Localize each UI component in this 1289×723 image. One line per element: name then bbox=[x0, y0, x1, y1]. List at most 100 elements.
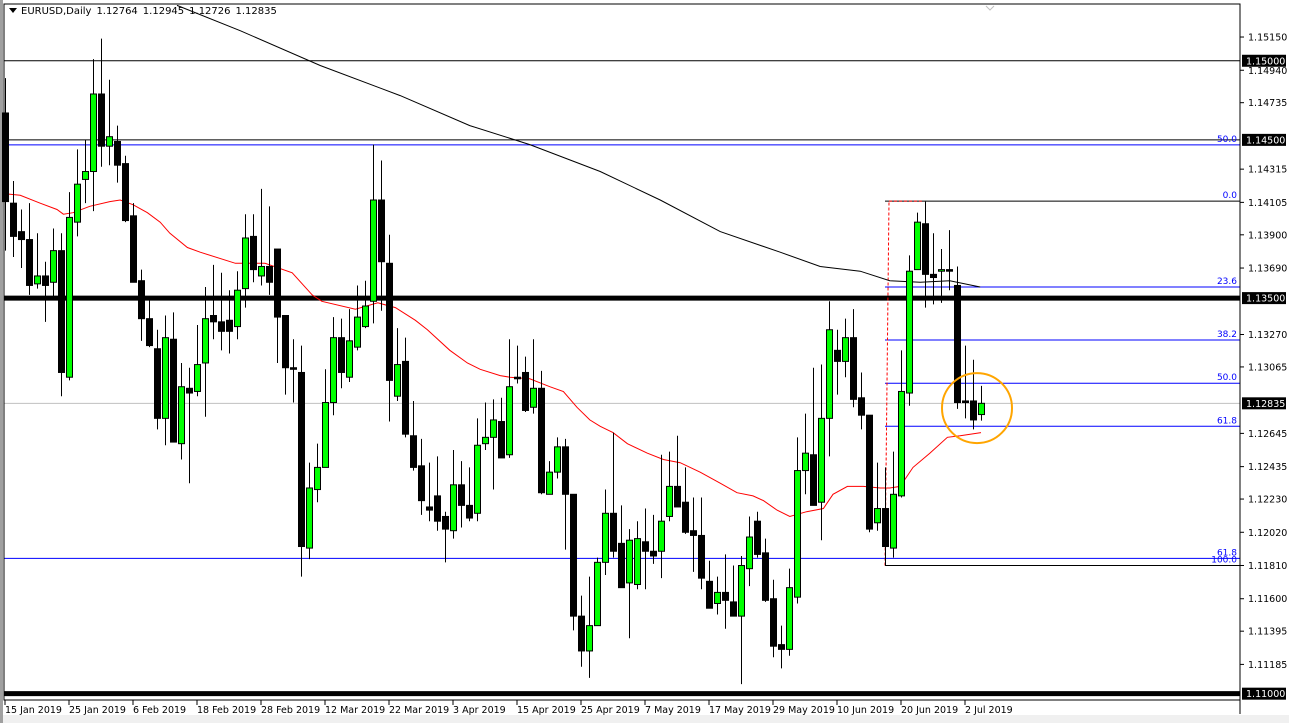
candle-body-bearish bbox=[690, 530, 697, 536]
price-tick-label: 1.12020 bbox=[1248, 528, 1287, 539]
candle-body-bearish bbox=[522, 371, 529, 411]
candle-body-bullish bbox=[50, 250, 57, 283]
candle-body-bearish bbox=[754, 520, 761, 555]
time-tick-label: 22 Mar 2019 bbox=[389, 705, 449, 716]
candle-body-bullish bbox=[874, 508, 881, 524]
candle-body-bearish bbox=[378, 199, 385, 263]
price-tick-label: 1.14315 bbox=[1248, 165, 1287, 176]
candle-body-bearish bbox=[274, 248, 281, 318]
candle-body-bearish bbox=[930, 273, 937, 279]
chart-background bbox=[0, 0, 1289, 723]
candle-body-bearish bbox=[514, 376, 521, 380]
candle-body-bullish bbox=[802, 452, 809, 472]
price-label-badge-text: 1.12835 bbox=[1246, 399, 1285, 410]
candle-body-bullish bbox=[530, 387, 537, 408]
candle-body-bearish bbox=[154, 348, 161, 419]
candle-body-bullish bbox=[106, 136, 113, 147]
time-tick-label: 10 Jun 2019 bbox=[837, 705, 894, 716]
price-chart[interactable]: 0.023.638.250.061.8100.050.061.8 1.15150… bbox=[0, 0, 1289, 723]
candle-body-bearish bbox=[338, 337, 345, 373]
fib-level-label: 50.0 bbox=[1217, 373, 1237, 383]
candle-body-bullish bbox=[162, 337, 169, 419]
candle-body-bullish bbox=[938, 269, 945, 272]
candle-body-bullish bbox=[474, 444, 481, 514]
candle-body-bullish bbox=[594, 561, 601, 627]
candle-body-bullish bbox=[370, 199, 377, 302]
window-left-border bbox=[0, 0, 3, 723]
ohlc-close: 1.12835 bbox=[235, 6, 277, 17]
candle-body-bullish bbox=[34, 275, 41, 285]
candle-body-bearish bbox=[858, 397, 865, 416]
price-tick-label: 1.12645 bbox=[1248, 429, 1287, 440]
candle-body-bearish bbox=[834, 349, 841, 362]
candle-body-bearish bbox=[298, 371, 305, 548]
candle-body-bullish bbox=[602, 512, 609, 563]
candle-body-bearish bbox=[218, 321, 225, 332]
chart-window: 0.0 23.6 38.2 50.0 61.8 100.0 50.0 61.8 1.15150… bbox=[0, 0, 1289, 723]
candle-body-bullish bbox=[330, 337, 337, 404]
price-label-badge-text: 1.14500 bbox=[1246, 135, 1285, 146]
candle-body-bearish bbox=[850, 337, 857, 400]
candle-body-bullish bbox=[490, 419, 497, 438]
candle-body-bullish bbox=[314, 466, 321, 491]
candle-body-bullish bbox=[450, 484, 457, 532]
price-tick-label: 1.14940 bbox=[1248, 66, 1287, 77]
dropdown-arrow-icon[interactable] bbox=[9, 8, 17, 13]
candle-body-bearish bbox=[578, 615, 585, 652]
candle-body-bearish bbox=[882, 508, 889, 548]
candle bbox=[906, 255, 913, 406]
candle-body-bearish bbox=[730, 601, 737, 617]
candle-body-bullish bbox=[82, 171, 89, 180]
fib-level-label: 0.0 bbox=[1223, 191, 1238, 201]
candle-body-bearish bbox=[58, 250, 65, 373]
chart-header: EURUSD,Daily 1.12764 1.12945 1.12726 1.12835 bbox=[9, 6, 282, 17]
candle-body-bearish bbox=[18, 231, 25, 241]
fib-level-label: 61.8 bbox=[1217, 416, 1237, 426]
candle-body-bullish bbox=[746, 536, 753, 570]
candle-body-bullish bbox=[586, 625, 593, 652]
candle-body-bearish bbox=[618, 542, 625, 589]
candle-body-bearish bbox=[42, 275, 49, 286]
fib-level-label: 23.6 bbox=[1217, 277, 1237, 287]
candle bbox=[866, 414, 873, 533]
candle-body-bearish bbox=[762, 552, 769, 601]
candle-body-bearish bbox=[642, 541, 649, 552]
candle bbox=[594, 557, 601, 627]
candle-body-bearish bbox=[706, 580, 713, 609]
price-label-badge-text: 1.15000 bbox=[1246, 56, 1285, 67]
candle-body-bearish bbox=[442, 515, 449, 530]
candle-body-bullish bbox=[826, 329, 833, 419]
candle bbox=[538, 370, 545, 495]
candle-body-bullish bbox=[178, 386, 185, 445]
price-tick-label: 1.13270 bbox=[1248, 330, 1287, 341]
price-tick-label: 1.11395 bbox=[1248, 627, 1287, 638]
candle-body-bearish bbox=[538, 387, 545, 494]
candle-body-bearish bbox=[386, 262, 393, 381]
candle bbox=[122, 155, 129, 223]
candle-body-bearish bbox=[98, 93, 105, 147]
time-tick-label: 15 Apr 2019 bbox=[517, 705, 576, 716]
candle-body-bullish bbox=[626, 539, 633, 584]
candle-body-bullish bbox=[890, 493, 897, 549]
candle bbox=[66, 192, 73, 381]
candle-body-bearish bbox=[130, 215, 137, 283]
candle-body-bullish bbox=[258, 265, 265, 277]
time-tick-label: 17 May 2019 bbox=[709, 705, 771, 716]
candle-body-bearish bbox=[122, 163, 129, 222]
candle-body-bearish bbox=[570, 493, 577, 617]
window-bottom-border bbox=[3, 715, 1289, 723]
candle bbox=[570, 493, 577, 631]
candle-body-bearish bbox=[698, 534, 705, 579]
time-tick-label: 18 Feb 2019 bbox=[197, 705, 256, 716]
candle-body-bullish bbox=[506, 386, 513, 456]
candle-body-bearish bbox=[770, 598, 777, 647]
candle-body-bearish bbox=[250, 235, 257, 271]
candle-body-bearish bbox=[10, 202, 17, 237]
candle-body-bearish bbox=[114, 140, 121, 166]
candle bbox=[58, 233, 65, 397]
candle-body-bearish bbox=[138, 280, 145, 320]
candle-body-bearish bbox=[418, 465, 425, 502]
symbol-timeframe: EURUSD,Daily bbox=[21, 6, 92, 17]
candle-body-bullish bbox=[74, 183, 81, 223]
candle-body-bullish bbox=[658, 520, 665, 552]
